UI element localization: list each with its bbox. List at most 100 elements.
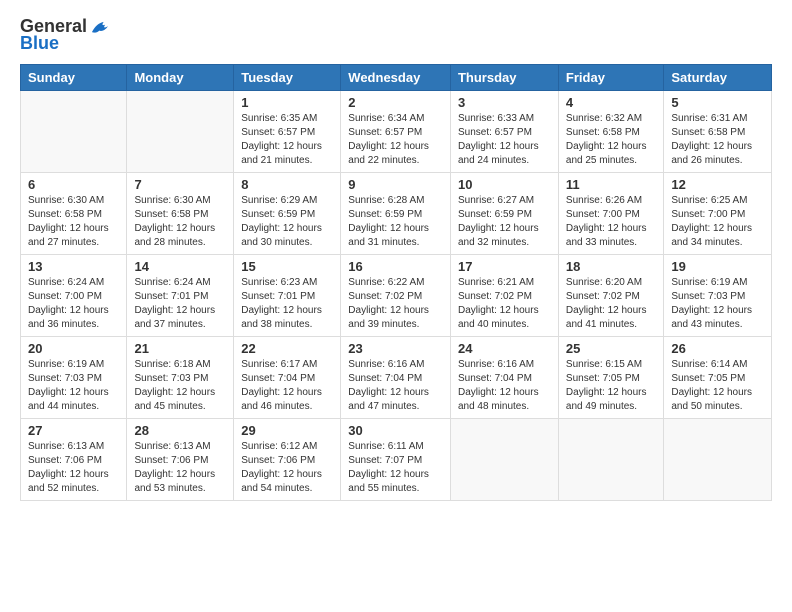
calendar-cell: 7 Sunrise: 6:30 AM Sunset: 6:58 PM Daylig… — [127, 173, 234, 255]
day-info: Sunrise: 6:12 AM Sunset: 7:06 PM Dayligh… — [241, 440, 333, 496]
calendar-weekday-tuesday: Tuesday — [234, 65, 341, 91]
day-number: 18 — [566, 259, 656, 274]
day-number: 6 — [28, 177, 119, 192]
day-number: 26 — [671, 341, 764, 356]
day-number: 8 — [241, 177, 333, 192]
day-info: Sunrise: 6:29 AM Sunset: 6:59 PM Dayligh… — [241, 194, 333, 250]
calendar-weekday-thursday: Thursday — [450, 65, 558, 91]
day-number: 9 — [348, 177, 443, 192]
day-number: 11 — [566, 177, 656, 192]
calendar-cell: 2Sunrise: 6:34 AM Sunset: 6:57 PM Daylig… — [341, 91, 451, 173]
day-number: 7 — [134, 177, 226, 192]
calendar-cell: 26 Sunrise: 6:14 AM Sunset: 7:05 PM Dayli… — [664, 337, 772, 419]
day-info: Sunrise: 6:28 AM Sunset: 6:59 PM Dayligh… — [348, 194, 443, 250]
day-number: 30 — [348, 423, 443, 438]
calendar-cell: 17Sunrise: 6:21 AM Sunset: 7:02 PM Dayli… — [450, 255, 558, 337]
day-info: Sunrise: 6:31 AM Sunset: 6:58 PM Dayligh… — [671, 112, 764, 168]
calendar-cell — [450, 419, 558, 501]
day-info: Sunrise: 6:32 AM Sunset: 6:58 PM Dayligh… — [566, 112, 656, 168]
day-number: 13 — [28, 259, 119, 274]
calendar-cell: 1 Sunrise: 6:35 AM Sunset: 6:57 PM Daylig… — [234, 91, 341, 173]
day-info: Sunrise: 6:14 AM Sunset: 7:05 PM Dayligh… — [671, 358, 764, 414]
calendar-cell: 29 Sunrise: 6:12 AM Sunset: 7:06 PM Dayli… — [234, 419, 341, 501]
day-number: 19 — [671, 259, 764, 274]
calendar-weekday-friday: Friday — [558, 65, 663, 91]
day-number: 28 — [134, 423, 226, 438]
calendar-cell: 16 Sunrise: 6:22 AM Sunset: 7:02 PM Dayli… — [341, 255, 451, 337]
day-info: Sunrise: 6:26 AM Sunset: 7:00 PM Dayligh… — [566, 194, 656, 250]
day-number: 15 — [241, 259, 333, 274]
day-number: 10 — [458, 177, 551, 192]
calendar-cell: 25 Sunrise: 6:15 AM Sunset: 7:05 PM Dayli… — [558, 337, 663, 419]
day-info: Sunrise: 6:34 AM Sunset: 6:57 PM Dayligh… — [348, 112, 443, 168]
day-number: 29 — [241, 423, 333, 438]
calendar-weekday-monday: Monday — [127, 65, 234, 91]
day-info: Sunrise: 6:16 AM Sunset: 7:04 PM Dayligh… — [458, 358, 551, 414]
day-info: Sunrise: 6:17 AM Sunset: 7:04 PM Dayligh… — [241, 358, 333, 414]
day-info: Sunrise: 6:24 AM Sunset: 7:00 PM Dayligh… — [28, 276, 119, 332]
calendar-cell: 21Sunrise: 6:18 AM Sunset: 7:03 PM Dayli… — [127, 337, 234, 419]
calendar-cell: 4Sunrise: 6:32 AM Sunset: 6:58 PM Daylig… — [558, 91, 663, 173]
day-info: Sunrise: 6:22 AM Sunset: 7:02 PM Dayligh… — [348, 276, 443, 332]
calendar-cell: 8 Sunrise: 6:29 AM Sunset: 6:59 PM Daylig… — [234, 173, 341, 255]
calendar-cell — [127, 91, 234, 173]
day-info: Sunrise: 6:20 AM Sunset: 7:02 PM Dayligh… — [566, 276, 656, 332]
day-info: Sunrise: 6:19 AM Sunset: 7:03 PM Dayligh… — [671, 276, 764, 332]
day-info: Sunrise: 6:33 AM Sunset: 6:57 PM Dayligh… — [458, 112, 551, 168]
day-number: 22 — [241, 341, 333, 356]
calendar-weekday-wednesday: Wednesday — [341, 65, 451, 91]
day-number: 20 — [28, 341, 119, 356]
day-number: 24 — [458, 341, 551, 356]
day-info: Sunrise: 6:23 AM Sunset: 7:01 PM Dayligh… — [241, 276, 333, 332]
page: General Blue SundayMondayTuesdayWednesda… — [0, 0, 792, 612]
day-info: Sunrise: 6:24 AM Sunset: 7:01 PM Dayligh… — [134, 276, 226, 332]
calendar-cell: 24 Sunrise: 6:16 AM Sunset: 7:04 PM Dayli… — [450, 337, 558, 419]
calendar-cell: 27 Sunrise: 6:13 AM Sunset: 7:06 PM Dayli… — [21, 419, 127, 501]
day-info: Sunrise: 6:25 AM Sunset: 7:00 PM Dayligh… — [671, 194, 764, 250]
header: General Blue — [20, 16, 772, 54]
calendar-weekday-saturday: Saturday — [664, 65, 772, 91]
logo: General Blue — [20, 16, 111, 54]
calendar-week-row-4: 27 Sunrise: 6:13 AM Sunset: 7:06 PM Dayli… — [21, 419, 772, 501]
calendar-cell: 23 Sunrise: 6:16 AM Sunset: 7:04 PM Dayli… — [341, 337, 451, 419]
day-info: Sunrise: 6:15 AM Sunset: 7:05 PM Dayligh… — [566, 358, 656, 414]
calendar-cell: 18 Sunrise: 6:20 AM Sunset: 7:02 PM Dayli… — [558, 255, 663, 337]
day-number: 3 — [458, 95, 551, 110]
day-number: 1 — [241, 95, 333, 110]
day-number: 12 — [671, 177, 764, 192]
logo-bird-icon — [89, 18, 111, 36]
calendar-cell: 10Sunrise: 6:27 AM Sunset: 6:59 PM Dayli… — [450, 173, 558, 255]
day-number: 5 — [671, 95, 764, 110]
day-info: Sunrise: 6:18 AM Sunset: 7:03 PM Dayligh… — [134, 358, 226, 414]
day-number: 27 — [28, 423, 119, 438]
calendar-cell: 11 Sunrise: 6:26 AM Sunset: 7:00 PM Dayli… — [558, 173, 663, 255]
calendar-cell: 13 Sunrise: 6:24 AM Sunset: 7:00 PM Dayli… — [21, 255, 127, 337]
day-number: 16 — [348, 259, 443, 274]
calendar-cell: 3 Sunrise: 6:33 AM Sunset: 6:57 PM Daylig… — [450, 91, 558, 173]
calendar-cell: 20 Sunrise: 6:19 AM Sunset: 7:03 PM Dayli… — [21, 337, 127, 419]
day-info: Sunrise: 6:16 AM Sunset: 7:04 PM Dayligh… — [348, 358, 443, 414]
calendar-cell: 9 Sunrise: 6:28 AM Sunset: 6:59 PM Daylig… — [341, 173, 451, 255]
day-number: 25 — [566, 341, 656, 356]
day-info: Sunrise: 6:30 AM Sunset: 6:58 PM Dayligh… — [134, 194, 226, 250]
calendar-cell: 19 Sunrise: 6:19 AM Sunset: 7:03 PM Dayli… — [664, 255, 772, 337]
day-number: 23 — [348, 341, 443, 356]
calendar-cell: 22 Sunrise: 6:17 AM Sunset: 7:04 PM Dayli… — [234, 337, 341, 419]
calendar-cell — [21, 91, 127, 173]
day-info: Sunrise: 6:21 AM Sunset: 7:02 PM Dayligh… — [458, 276, 551, 332]
calendar-cell: 12 Sunrise: 6:25 AM Sunset: 7:00 PM Dayli… — [664, 173, 772, 255]
calendar-table: SundayMondayTuesdayWednesdayThursdayFrid… — [20, 64, 772, 501]
day-info: Sunrise: 6:35 AM Sunset: 6:57 PM Dayligh… — [241, 112, 333, 168]
day-info: Sunrise: 6:11 AM Sunset: 7:07 PM Dayligh… — [348, 440, 443, 496]
calendar-cell: 30 Sunrise: 6:11 AM Sunset: 7:07 PM Dayli… — [341, 419, 451, 501]
calendar-weekday-sunday: Sunday — [21, 65, 127, 91]
calendar-week-row-2: 13 Sunrise: 6:24 AM Sunset: 7:00 PM Dayli… — [21, 255, 772, 337]
calendar-cell — [664, 419, 772, 501]
calendar-cell: 15 Sunrise: 6:23 AM Sunset: 7:01 PM Dayli… — [234, 255, 341, 337]
day-info: Sunrise: 6:13 AM Sunset: 7:06 PM Dayligh… — [28, 440, 119, 496]
day-info: Sunrise: 6:19 AM Sunset: 7:03 PM Dayligh… — [28, 358, 119, 414]
logo-blue-text: Blue — [20, 33, 59, 54]
calendar-cell: 6Sunrise: 6:30 AM Sunset: 6:58 PM Daylig… — [21, 173, 127, 255]
calendar-cell: 28Sunrise: 6:13 AM Sunset: 7:06 PM Dayli… — [127, 419, 234, 501]
day-number: 14 — [134, 259, 226, 274]
